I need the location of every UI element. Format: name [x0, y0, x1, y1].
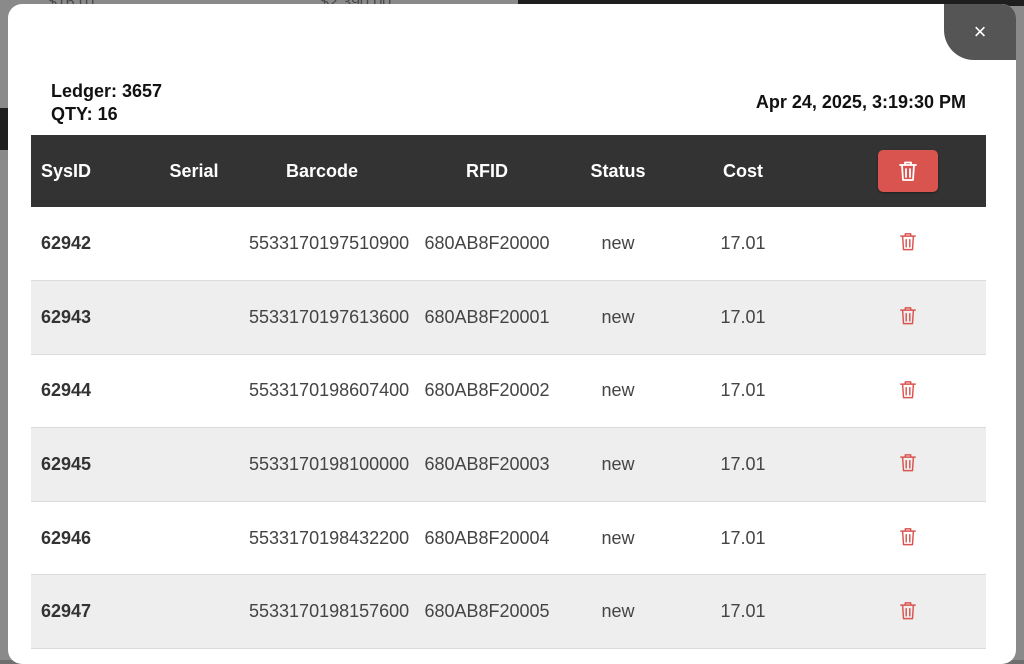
cell-serial: [139, 281, 249, 355]
trash-icon: [899, 454, 916, 472]
cell-serial: [139, 575, 249, 649]
cell-actions: [829, 575, 986, 649]
cell-status: new: [601, 233, 635, 254]
qty-label: QTY: 16: [51, 104, 118, 124]
row-delete-button[interactable]: [896, 230, 920, 254]
trash-icon: [899, 233, 916, 251]
cell-serial: [139, 501, 249, 575]
cell-status: new: [601, 306, 635, 327]
cell-rfid: 680AB8F20005: [424, 601, 550, 622]
cell-status: new: [601, 601, 635, 622]
cell-rfid: 680AB8F20003: [424, 454, 550, 475]
cell-cost: 17.01: [720, 454, 766, 475]
column-header-status[interactable]: Status: [579, 135, 657, 207]
cell-actions: [829, 207, 986, 281]
row-delete-button[interactable]: [896, 304, 920, 328]
column-header-rfid[interactable]: RFID: [395, 135, 579, 207]
cell-actions: [829, 501, 986, 575]
cell-barcode: 5533170197510900: [249, 233, 410, 254]
cell-cost: 17.01: [720, 233, 766, 254]
cell-rfid: 680AB8F20001: [424, 306, 550, 327]
cell-actions: [829, 428, 986, 502]
trash-icon: [899, 380, 916, 399]
cell-barcode: 5533170198157600: [249, 601, 410, 622]
row-delete-button[interactable]: [896, 524, 920, 548]
cell-rfid: 680AB8F20000: [424, 233, 550, 254]
timestamp: Apr 24, 2025, 3:19:30 PM: [755, 92, 966, 112]
table-row: 62942 5533170197510900 680AB8F20000 new …: [31, 207, 986, 281]
row-delete-button[interactable]: [896, 451, 920, 475]
table-row: 62946 5533170198432200 680AB8F20004 new …: [31, 501, 986, 575]
cell-sysid: 62946: [41, 527, 92, 548]
cell-sysid: 62945: [41, 454, 92, 475]
ledger-label: Ledger: 3657: [51, 81, 163, 101]
delete-all-button[interactable]: [877, 150, 938, 192]
cell-status: new: [601, 380, 635, 401]
cell-cost: 17.01: [720, 380, 766, 401]
cell-barcode: 5533170198100000: [249, 454, 410, 475]
cell-barcode: 5533170198432200: [249, 527, 410, 548]
row-delete-button[interactable]: [896, 377, 920, 401]
table-row: 62945 5533170198100000 680AB8F20003 new …: [31, 427, 986, 502]
cell-rfid: 680AB8F20004: [424, 527, 550, 548]
column-header-serial[interactable]: Serial: [139, 135, 249, 207]
close-button[interactable]: ×: [944, 4, 1016, 60]
column-header-actions: [829, 135, 986, 207]
cell-cost: 17.01: [720, 527, 766, 548]
cell-status: new: [601, 454, 635, 475]
table-row: 62947 5533170198157600 680AB8F20005 new …: [31, 574, 986, 649]
column-header-cost[interactable]: Cost: [657, 135, 829, 207]
cell-sysid: 62944: [41, 380, 92, 401]
cell-cost: 17.01: [720, 601, 766, 622]
ledger-modal: × Ledger: 3657 QTY: 16 Apr 24, 2025, 3:1…: [8, 4, 1016, 664]
table-row: 62944 5533170198607400 680AB8F20002 new …: [31, 354, 986, 428]
trash-icon: [899, 307, 916, 325]
table-header-row: SysID Serial Barcode RFID Status Cost: [31, 135, 986, 207]
cell-cost: 17.01: [720, 306, 766, 327]
cell-actions: [829, 281, 986, 355]
background-dark-block: [0, 108, 8, 150]
cell-serial: [139, 354, 249, 428]
trash-icon: [898, 161, 917, 181]
trash-icon: [899, 528, 916, 546]
cell-rfid: 680AB8F20002: [424, 380, 550, 401]
cell-serial: [139, 207, 249, 281]
table-row: 62943 5533170197613600 680AB8F20001 new …: [31, 280, 986, 355]
cell-serial: [139, 428, 249, 502]
cell-sysid: 62943: [41, 306, 92, 327]
items-table: SysID Serial Barcode RFID Status Cost 62…: [31, 135, 986, 649]
row-delete-button[interactable]: [896, 598, 920, 622]
column-header-barcode[interactable]: Barcode: [249, 135, 395, 207]
close-icon: ×: [973, 19, 987, 44]
column-header-sysid[interactable]: SysID: [31, 135, 139, 207]
cell-actions: [829, 354, 986, 428]
cell-sysid: 62947: [41, 601, 92, 622]
cell-barcode: 5533170197613600: [249, 306, 410, 327]
trash-icon: [899, 601, 916, 619]
cell-sysid: 62942: [41, 233, 92, 254]
cell-status: new: [601, 527, 635, 548]
cell-barcode: 5533170198607400: [249, 380, 410, 401]
ledger-info: Ledger: 3657 QTY: 16: [51, 80, 162, 126]
